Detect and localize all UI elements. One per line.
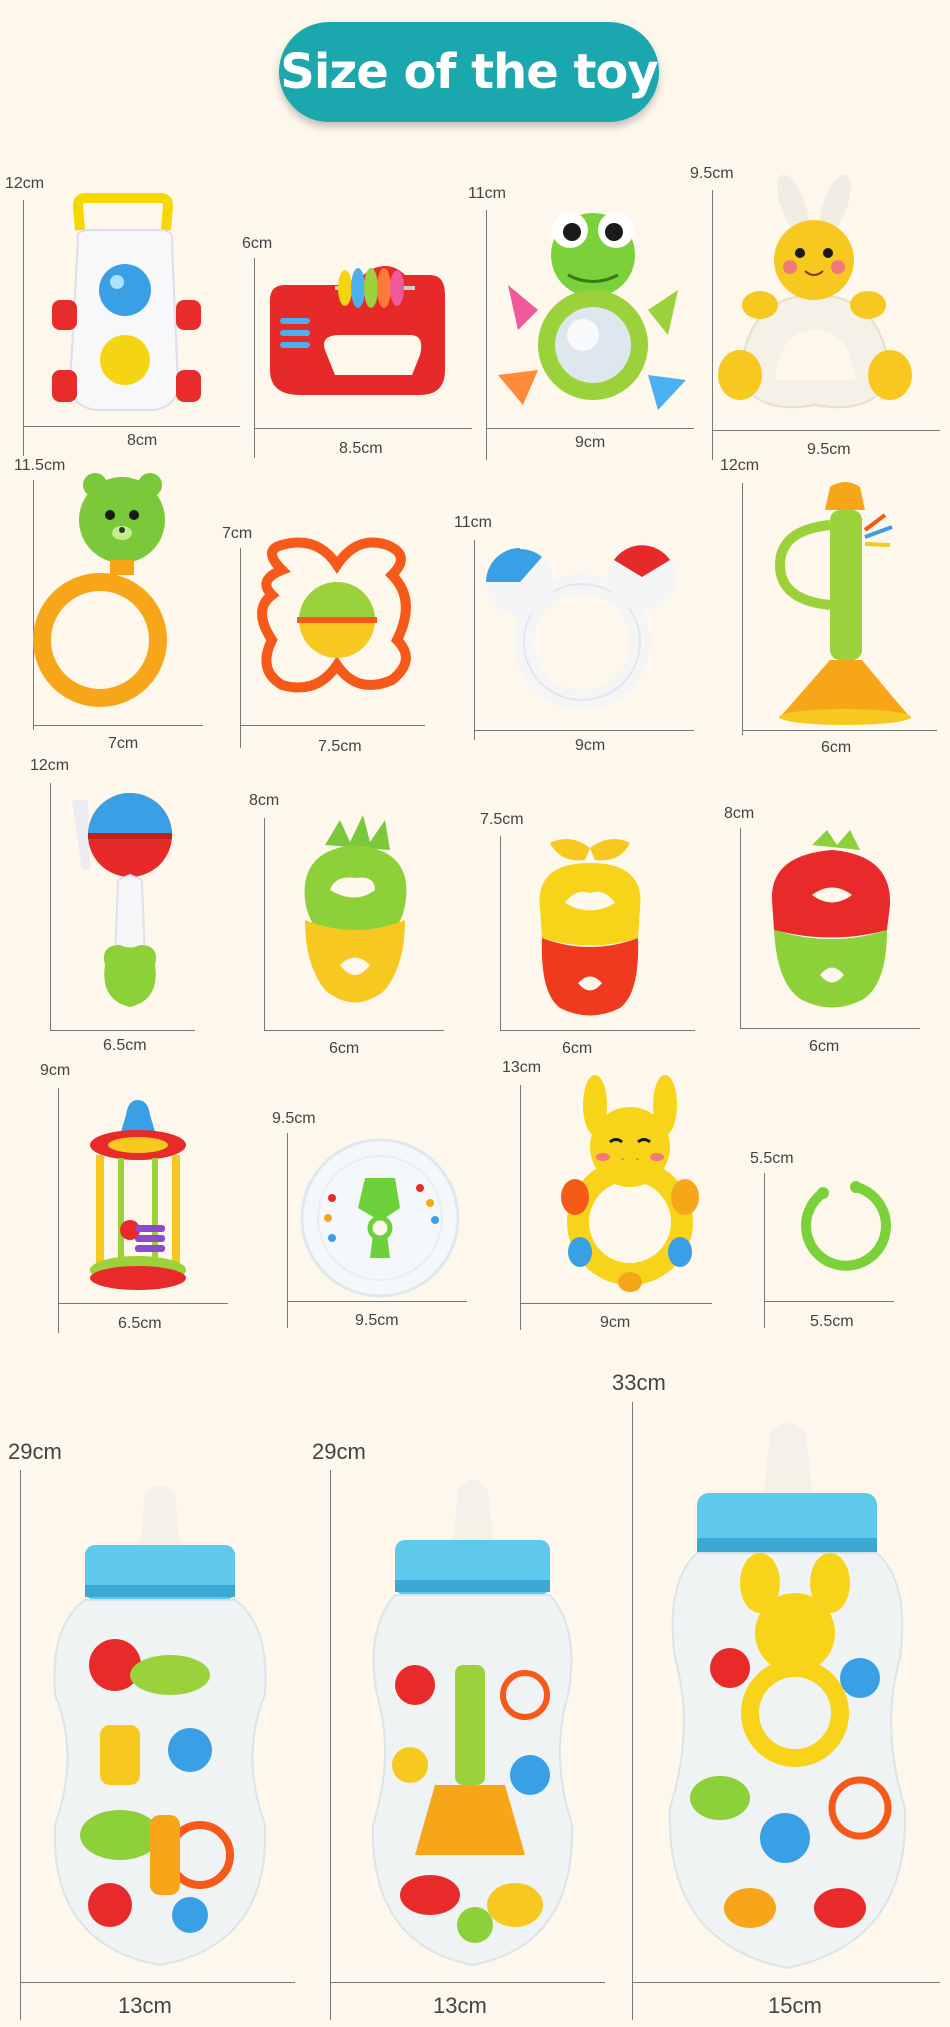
toy-item-2: 6cm 8.5cm xyxy=(240,230,480,460)
toy-item-13: 9cm 6.5cm xyxy=(38,1060,238,1340)
toy-item-7: 11cm 9cm xyxy=(452,512,702,762)
pineapple-teether-icon xyxy=(304,815,407,1003)
bunny-teether-icon xyxy=(718,174,912,409)
width-line xyxy=(742,730,937,731)
width-label: 7.5cm xyxy=(318,738,362,755)
width-label: 6.5cm xyxy=(118,1315,162,1332)
dumbbell-rattle-icon xyxy=(72,793,172,1007)
width-label: 6cm xyxy=(809,1038,840,1055)
car-rattle-icon xyxy=(52,193,201,411)
width-line xyxy=(500,1030,695,1031)
toy-item-15: 13cm 9cm xyxy=(500,1057,720,1340)
bottle-item-1: 29cm 13cm xyxy=(0,1435,310,2027)
width-label: 13cm xyxy=(433,1993,487,2018)
toy-item-5: 11.5cm 7cm xyxy=(0,455,220,755)
bunny-bell-icon xyxy=(561,1075,699,1292)
page-title: Size of the toy xyxy=(280,44,658,100)
bead-rattle-icon xyxy=(270,266,445,395)
width-line xyxy=(264,1030,444,1031)
apple-teether-icon xyxy=(539,839,641,1016)
toy-item-9: 12cm 6.5cm xyxy=(30,755,210,1055)
bottle-icon xyxy=(371,1480,574,1967)
bottle-icon xyxy=(53,1485,267,1967)
roller-rattle-icon xyxy=(90,1100,186,1290)
toy-item-10: 8cm 6cm xyxy=(245,790,460,1060)
width-line xyxy=(740,1028,920,1029)
width-label: 8cm xyxy=(127,432,158,449)
bead-ball-icon xyxy=(300,1138,460,1298)
toy-item-16: 5.5cm 5.5cm xyxy=(748,1145,948,1340)
toy-item-8: 12cm 6cm xyxy=(720,455,948,765)
width-label: 7cm xyxy=(108,735,139,752)
title-banner: Size of the toy xyxy=(279,22,659,122)
toy-item-4: 9.5cm 9.5cm xyxy=(690,165,948,460)
toy-item-14: 9.5cm 9.5cm xyxy=(270,1108,480,1338)
width-label: 9cm xyxy=(575,434,606,451)
width-line xyxy=(474,730,694,731)
width-label: 15cm xyxy=(768,1993,822,2018)
width-label: 9cm xyxy=(600,1314,631,1331)
width-label: 9.5cm xyxy=(355,1312,399,1329)
bottle-item-3: 33cm 15cm xyxy=(610,1368,950,2027)
bear-ring-icon xyxy=(33,473,167,707)
toy-item-12: 8cm 6cm xyxy=(722,800,948,1060)
mouse-ring-icon xyxy=(486,543,676,710)
width-line xyxy=(764,1301,894,1302)
width-label: 9cm xyxy=(575,737,606,754)
width-label: 13cm xyxy=(118,1993,172,2018)
flower-ring-icon xyxy=(257,537,411,693)
width-label: 6cm xyxy=(329,1040,360,1057)
width-line xyxy=(50,1030,195,1031)
width-label: 6.5cm xyxy=(103,1037,147,1054)
toy-item-6: 7cm 7.5cm xyxy=(222,520,432,760)
toy-item-3: 11cm 9cm xyxy=(468,180,700,460)
width-label: 6cm xyxy=(562,1040,593,1057)
bottle-icon xyxy=(668,1423,907,1970)
toy-item-1: 12cm 8cm xyxy=(0,170,250,460)
width-label: 8.5cm xyxy=(339,440,383,457)
width-line xyxy=(58,1303,228,1304)
width-label: 5.5cm xyxy=(810,1313,854,1330)
width-line xyxy=(712,430,940,431)
toy-item-11: 7.5cm 6cm xyxy=(480,808,700,1060)
width-line xyxy=(240,725,425,726)
width-label: 6cm xyxy=(821,739,852,756)
bottle-item-2: 29cm 13cm xyxy=(310,1435,615,2027)
trumpet-icon xyxy=(774,482,911,725)
frog-rattle-icon xyxy=(498,212,686,410)
strawberry-teether-icon xyxy=(771,830,891,1008)
width-line xyxy=(520,1303,712,1304)
link-ring-icon xyxy=(801,1181,891,1271)
